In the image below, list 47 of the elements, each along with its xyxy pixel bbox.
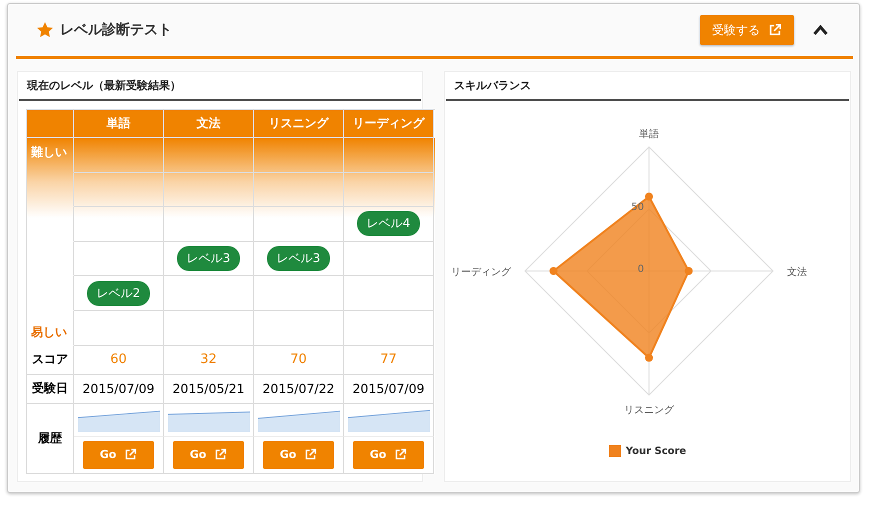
score-cell: 32 <box>164 346 254 375</box>
score-cell: 60 <box>74 346 164 375</box>
level-badge: レベル2 <box>86 280 150 306</box>
score-cell: 70 <box>254 346 344 375</box>
section-title: スキルバランス <box>446 72 849 101</box>
external-link-icon <box>394 448 408 462</box>
level-badge: レベル4 <box>356 211 420 236</box>
chevron-icon[interactable] <box>812 24 829 36</box>
date-cell: 2015/07/22 <box>254 374 344 404</box>
row-label: スコア <box>27 346 74 375</box>
data-point <box>645 354 653 362</box>
date-cell: 2015/07/09 <box>344 374 434 404</box>
column-header: 単語 <box>74 110 164 138</box>
tick-label: 50 <box>631 202 644 213</box>
date-cell: 2015/05/21 <box>164 374 254 404</box>
axis-label: リーディング <box>451 267 511 278</box>
axis-label: リスニング <box>624 405 674 416</box>
level-badge: レベル3 <box>176 246 240 272</box>
score-cell: 77 <box>344 346 434 375</box>
row-label: 履歴 <box>27 404 74 474</box>
go-button[interactable]: Go <box>83 440 154 469</box>
data-point <box>684 267 693 275</box>
data-point <box>645 192 653 201</box>
easy-label: 易しい <box>31 324 67 341</box>
external-link-icon <box>304 448 318 462</box>
column-header: リーディング <box>344 110 434 138</box>
legend-label: Your Score <box>626 446 686 456</box>
hard-label: 難しい <box>31 144 67 161</box>
tick-label: 0 <box>638 264 644 275</box>
external-link-icon <box>124 448 138 462</box>
data-point <box>550 267 558 275</box>
go-button[interactable]: Go <box>173 440 244 469</box>
external-link-icon <box>214 448 228 462</box>
level-badge: レベル3 <box>266 246 330 272</box>
external-link-icon <box>768 23 782 37</box>
row-label: 受験日 <box>27 374 74 404</box>
section-title: 現在のレベル（最新受験結果） <box>19 72 421 101</box>
column-header: 文法 <box>164 110 254 138</box>
panel-title: レベル診断テスト <box>60 21 172 39</box>
column-header: リスニング <box>254 110 344 138</box>
star-icon <box>36 21 54 39</box>
go-button[interactable]: Go <box>263 440 334 469</box>
take-test-button[interactable]: 受験する <box>700 15 794 45</box>
axis-label: 単語 <box>639 129 659 140</box>
go-button[interactable]: Go <box>353 440 424 469</box>
date-cell: 2015/07/09 <box>74 374 164 404</box>
axis-label: 文法 <box>787 267 807 278</box>
